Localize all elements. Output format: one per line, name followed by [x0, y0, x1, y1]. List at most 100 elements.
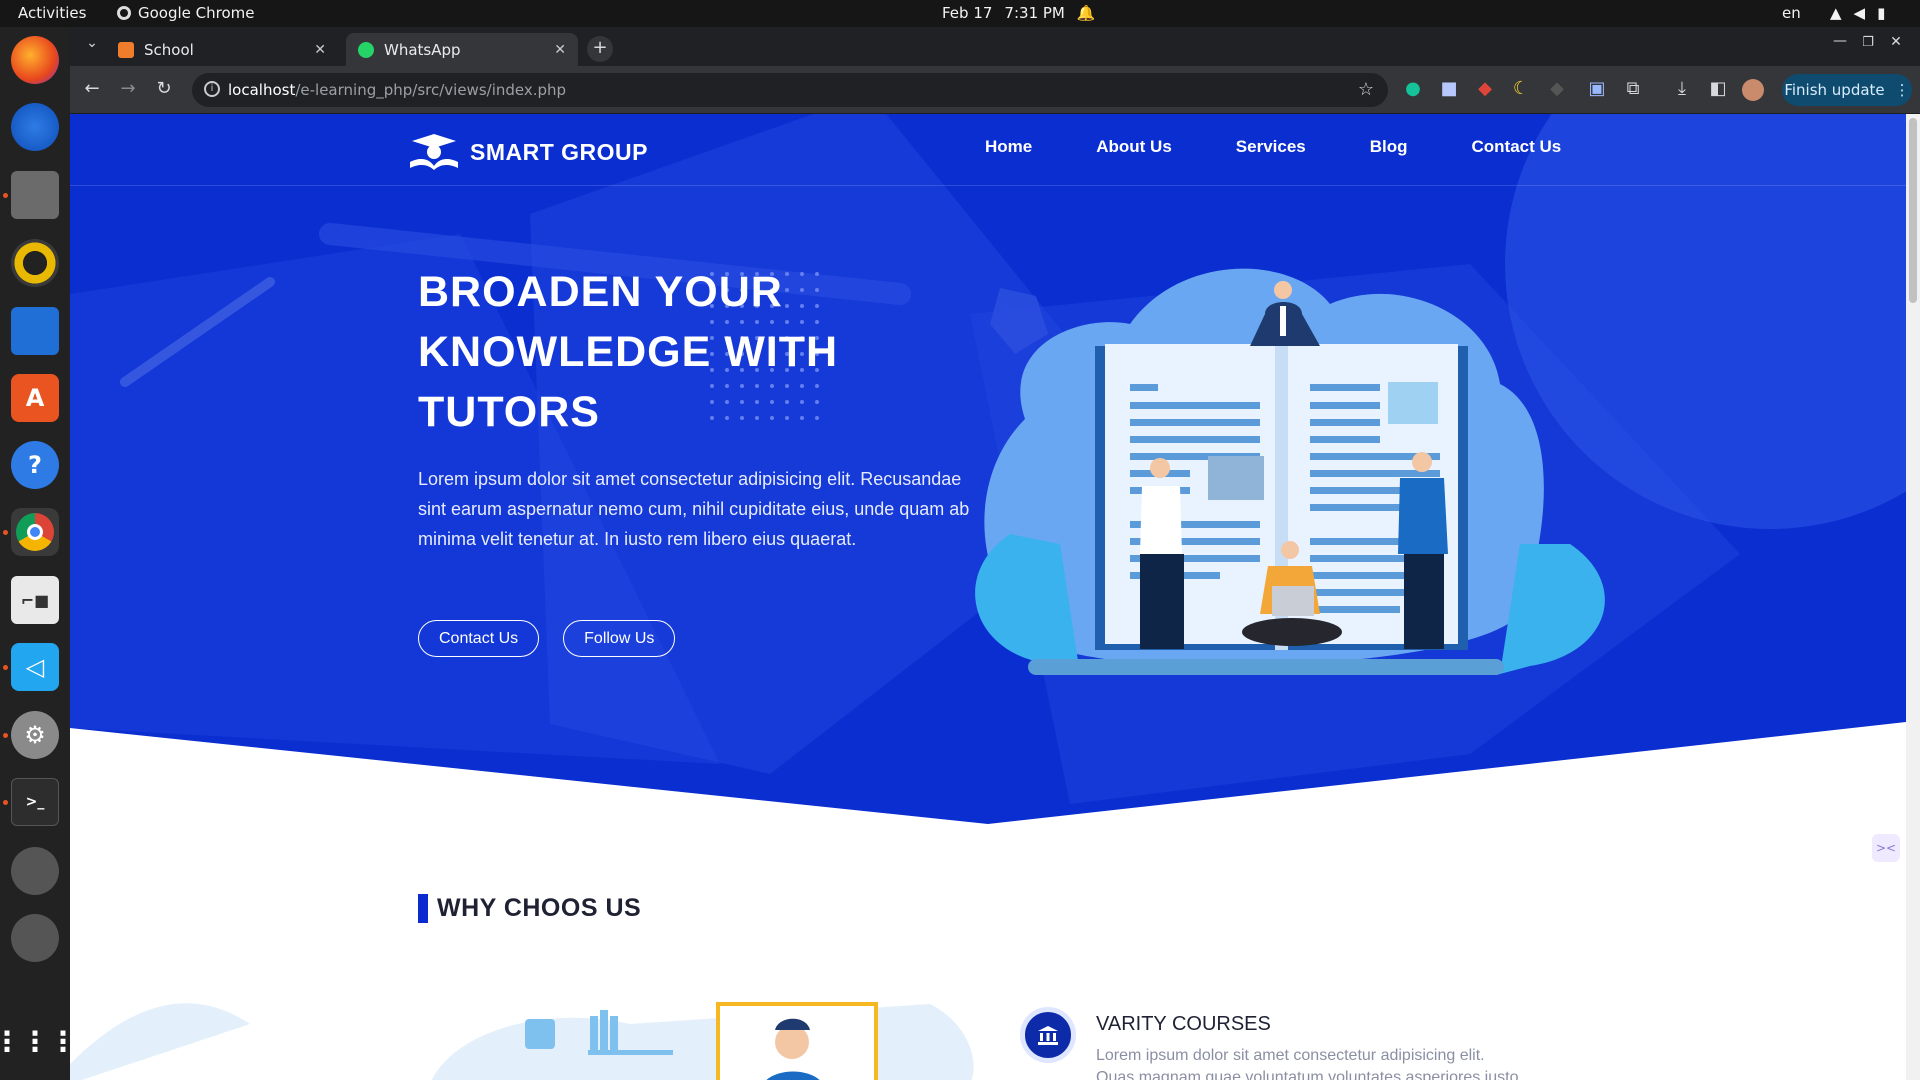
clock-date: Feb 17: [942, 4, 993, 22]
settings-icon[interactable]: ⚙: [11, 711, 59, 759]
scrollbar-thumb[interactable]: [1909, 118, 1917, 303]
heading-accent-bar: [418, 894, 428, 923]
hero-background: [70, 114, 1906, 824]
hero-title-line: BROADEN YOUR: [418, 268, 783, 316]
institution-icon: [1020, 1007, 1076, 1063]
page-scrollbar[interactable]: [1906, 114, 1920, 1080]
running-indicator: [3, 800, 8, 805]
feature-text-line: Lorem ipsum dolor sit amet consectetur a…: [1096, 1047, 1485, 1064]
app-name: Google Chrome: [138, 4, 255, 22]
close-icon[interactable]: ✕: [554, 42, 566, 58]
side-panel-icon[interactable]: ◧: [1706, 78, 1730, 99]
battery-icon: ▮: [1877, 4, 1886, 22]
rhythmbox-icon[interactable]: [11, 239, 59, 287]
grammarly-icon[interactable]: ●: [1401, 78, 1425, 99]
volume-icon: ◀: [1853, 4, 1866, 22]
site-info-icon[interactable]: i: [204, 81, 220, 97]
tab-label: WhatsApp: [384, 40, 461, 59]
new-tab-button[interactable]: +: [587, 36, 613, 62]
app-center-icon[interactable]: A: [11, 374, 59, 422]
page-viewport: SMART GROUP Home About Us Services Blog …: [70, 114, 1920, 1080]
download-icon[interactable]: ⤓: [1670, 78, 1694, 99]
xampp-icon: [118, 41, 134, 58]
hero-buttons: Contact Us Follow Us: [418, 620, 676, 657]
firefox-icon[interactable]: [11, 36, 59, 84]
browser-toolbar: ← → ↻ i localhost/e-learning_php/src/vie…: [70, 66, 1920, 114]
why-illustration: [70, 1002, 974, 1080]
contact-us-button[interactable]: Contact Us: [418, 620, 540, 657]
avatar[interactable]: [1742, 79, 1764, 101]
extension-icon[interactable]: ◆: [1473, 78, 1497, 99]
nav-services[interactable]: Services: [1236, 137, 1306, 157]
app-menu[interactable]: Google Chrome: [117, 4, 255, 22]
activities-button[interactable]: Activities: [18, 4, 86, 22]
address-bar[interactable]: i localhost/e-learning_php/src/views/ind…: [192, 73, 1388, 107]
running-indicator: [3, 733, 8, 738]
thunderbird-icon[interactable]: [11, 103, 59, 151]
follow-us-button[interactable]: Follow Us: [563, 620, 676, 657]
nav-blog[interactable]: Blog: [1370, 137, 1408, 157]
nav-contact-us[interactable]: Contact Us: [1472, 137, 1562, 157]
feature-title: VARITY COURSES: [1096, 1013, 1271, 1035]
nav-about-us[interactable]: About Us: [1096, 137, 1172, 157]
hero-title-line: KNOWLEDGE WITH: [418, 328, 839, 376]
site-logo[interactable]: SMART GROUP: [406, 132, 648, 172]
why-title: WHY CHOOS US: [437, 894, 642, 922]
hero-title: BROADEN YOUR KNOWLEDGE WITH TUTORS: [418, 262, 938, 442]
tab-whatsapp[interactable]: WhatsApp ✕: [346, 33, 578, 66]
disk-icon[interactable]: [11, 847, 59, 895]
whatsapp-icon: [358, 41, 374, 58]
clock[interactable]: Feb 17 7:31 PM 🔔: [942, 4, 1096, 22]
disk-icon[interactable]: [11, 914, 59, 962]
hero-description: Lorem ipsum dolor sit amet consectetur a…: [418, 469, 970, 549]
finish-update-label: Finish update: [1784, 81, 1885, 99]
extension-icon[interactable]: ◆: [1545, 78, 1569, 99]
site-navbar: SMART GROUP Home About Us Services Blog …: [70, 114, 1906, 186]
extension-icon[interactable]: ■: [1437, 78, 1461, 99]
running-indicator: [3, 665, 8, 670]
dock: A ? ⌐■ ◁ ⚙ >_ ⋮⋮⋮: [0, 27, 77, 1080]
minimize-icon[interactable]: —: [1828, 33, 1852, 49]
files-icon[interactable]: [11, 171, 59, 219]
back-icon[interactable]: ←: [80, 78, 104, 99]
reload-icon[interactable]: ↻: [152, 78, 176, 99]
tab-school[interactable]: School ✕: [106, 33, 338, 66]
dark-mode-icon[interactable]: ☾: [1509, 78, 1533, 99]
language-indicator[interactable]: en: [1782, 4, 1801, 22]
show-apps-icon[interactable]: ⋮⋮⋮: [0, 1017, 77, 1065]
finish-update-button[interactable]: Finish update ⋮: [1782, 74, 1912, 106]
extension-icon[interactable]: ▣: [1585, 78, 1609, 99]
feature-text: Lorem ipsum dolor sit amet consectetur a…: [1096, 1045, 1536, 1080]
chrome-dock-icon[interactable]: [11, 508, 59, 556]
floating-widget-icon[interactable]: ><: [1872, 834, 1900, 862]
close-window-icon[interactable]: ✕: [1884, 34, 1908, 50]
document-viewer-icon[interactable]: ⌐■: [11, 576, 59, 624]
nav-home[interactable]: Home: [985, 137, 1032, 157]
system-tray[interactable]: ▲ ◀ ▮: [1830, 4, 1885, 22]
extensions-puzzle-icon[interactable]: ⧉: [1621, 78, 1645, 99]
bell-icon: 🔔: [1076, 4, 1096, 22]
close-icon[interactable]: ✕: [314, 42, 326, 58]
feature-item: VARITY COURSES Lorem ipsum dolor sit ame…: [1020, 1007, 1536, 1080]
menu-icon: ⋮: [1894, 81, 1910, 99]
restore-icon[interactable]: ❐: [1856, 35, 1880, 50]
tab-strip: ⌄ School ✕ WhatsApp ✕ + — ❐ ✕: [70, 27, 1920, 66]
graduate-book-icon: [410, 134, 458, 170]
hero-title-line: TUTORS: [418, 388, 600, 436]
tab-search-icon[interactable]: ⌄: [80, 35, 104, 51]
forward-icon[interactable]: →: [116, 78, 140, 99]
running-indicator: [3, 530, 8, 535]
vscode-icon[interactable]: ◁: [11, 643, 59, 691]
main-nav: Home About Us Services Blog Contact Us: [985, 137, 1561, 157]
terminal-icon[interactable]: >_: [11, 778, 59, 826]
feature-text-line: Quas magnam quae voluntatum voluntates a…: [1096, 1069, 1519, 1080]
url-host: localhost: [228, 81, 296, 99]
logo-text: SMART GROUP: [470, 138, 648, 165]
help-icon[interactable]: ?: [11, 441, 59, 489]
tab-label: School: [144, 40, 194, 59]
writer-icon[interactable]: [11, 307, 59, 355]
bookmark-star-icon[interactable]: ☆: [1358, 79, 1374, 100]
wifi-icon: ▲: [1830, 4, 1842, 22]
chrome-icon: [117, 6, 131, 20]
system-top-bar: Activities Google Chrome Feb 17 7:31 PM …: [0, 0, 1920, 27]
